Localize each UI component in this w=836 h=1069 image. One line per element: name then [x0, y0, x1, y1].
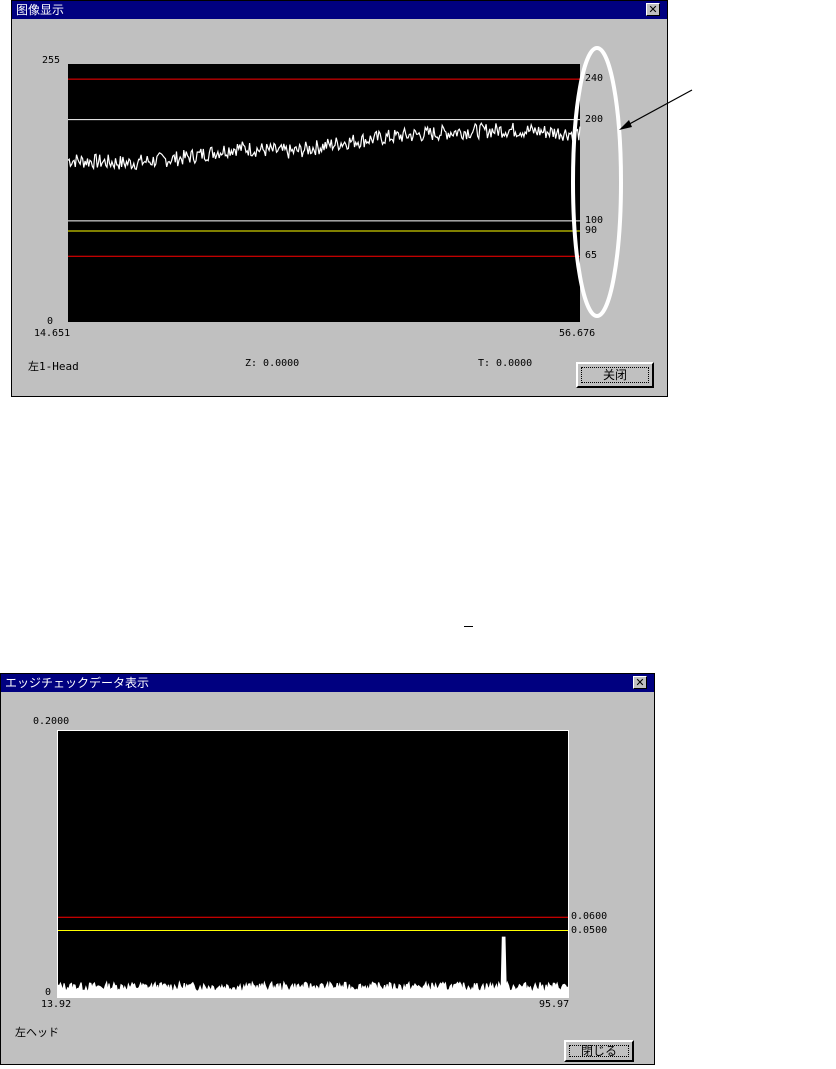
annotation-overlay [571, 46, 693, 318]
window2-y-top-label: 0.2000 [33, 716, 70, 727]
window2-plot-area [57, 730, 569, 998]
window2-y-bottom-label: 0 [45, 987, 52, 998]
signal-trace [57, 936, 569, 994]
window2-titlebar[interactable]: エッジチェックデータ表示 [1, 674, 654, 692]
highlight-ellipse [571, 46, 623, 318]
threshold-label-0.0600: 0.0600 [571, 911, 608, 923]
edge-check-window: エッジチェックデータ表示 ✕ 0.2000 0 13.92 95.97 0.06… [0, 673, 655, 1065]
window2-close-icon[interactable]: ✕ [633, 676, 647, 689]
window2-x-end-label: 95.97 [539, 999, 570, 1010]
window2-close-button[interactable]: 閉じる [564, 1040, 634, 1062]
window2-signal-svg [57, 916, 569, 997]
window2-head-label: 左ヘッド [15, 1026, 59, 1039]
separator-dash [464, 626, 473, 627]
pointer-arrow [621, 89, 693, 129]
window2-x-start-label: 13.92 [41, 999, 72, 1010]
pointer-arrow-head [619, 120, 632, 130]
threshold-label-0.0500: 0.0500 [571, 924, 608, 936]
window2-title: エッジチェックデータ表示 [5, 676, 150, 690]
